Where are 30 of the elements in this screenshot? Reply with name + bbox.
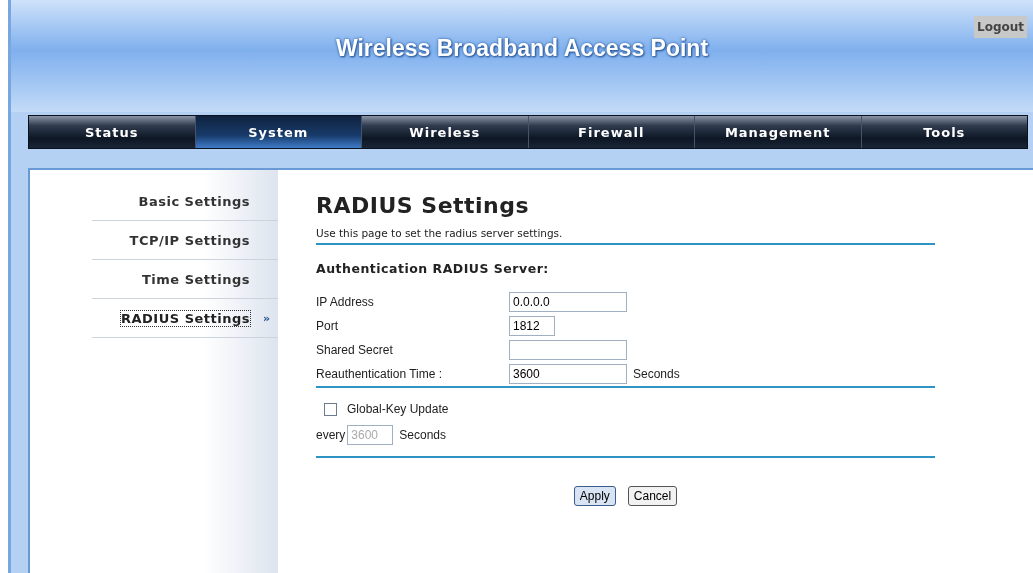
input-field[interactable]: 3600 [509, 364, 627, 384]
field-label: Reauthentication Time : [316, 367, 444, 381]
input-field[interactable]: 0.0.0.0 [509, 292, 627, 312]
unit-label: Seconds [399, 428, 447, 442]
page-description: Use this page to set the radius server settings. [316, 227, 564, 241]
apply-button[interactable]: Apply [573, 486, 616, 506]
logout-button[interactable]: Logout [974, 16, 1027, 38]
field-label: Shared Secret [316, 343, 394, 357]
sidebar-link[interactable]: Basic Settings [138, 193, 250, 209]
checkbox-label: Global-Key Update [347, 402, 449, 416]
sidebar-link[interactable]: RADIUS Settings [121, 310, 250, 326]
input-field[interactable] [509, 340, 627, 360]
nav-tab[interactable]: Wireless [361, 116, 528, 148]
nav-tab[interactable]: Management [694, 116, 861, 148]
banner-title: Wireless Broadband Access Point [335, 34, 709, 62]
sidebar-link[interactable]: TCP/IP Settings [129, 232, 250, 248]
input-field[interactable]: 1812 [509, 316, 555, 336]
every-label: every [316, 428, 346, 442]
nav-tab[interactable]: System [194, 116, 361, 148]
nav-tab[interactable]: Firewall [527, 116, 694, 148]
field-label: Port [316, 319, 339, 333]
marker-icon: » [262, 311, 270, 325]
cancel-button[interactable]: Cancel [627, 486, 678, 506]
nav-tab[interactable]: Status [29, 116, 195, 148]
section-heading: Authentication RADIUS Server: [316, 261, 550, 276]
sidebar-link[interactable]: Time Settings [141, 271, 250, 287]
page-title: RADIUS Settings [316, 193, 531, 218]
field-label: IP Address [316, 295, 375, 309]
unit-label: Seconds [633, 367, 680, 381]
nav-tab[interactable]: Tools [860, 116, 1027, 148]
